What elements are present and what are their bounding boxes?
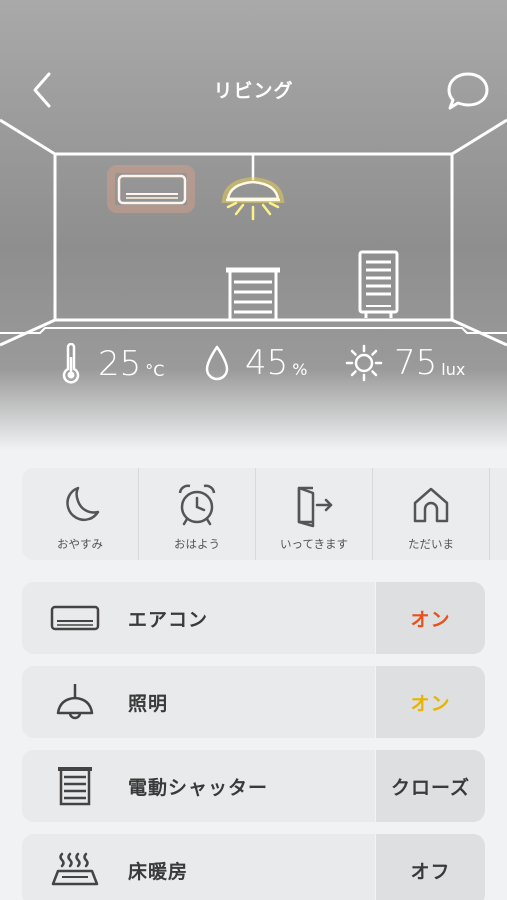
moon-icon [66,486,100,521]
temperature-value: 25 [98,344,142,384]
device-name: エアコン [128,608,209,631]
device-state-toggle[interactable]: オン [375,582,485,654]
humidity-reading: 45 % [203,343,307,383]
page-title: リビング [213,80,294,102]
scene-goodnight[interactable]: おやすみ [22,468,139,560]
door-exit-icon [297,486,333,528]
device-state-toggle[interactable]: オフ [375,834,485,900]
temperature-reading: 25 °C [60,343,164,385]
humidity-value: 45 [245,343,289,383]
room-shutter-icon[interactable] [226,267,280,322]
droplet-icon [205,345,229,381]
pendant-lamp-icon [56,684,94,720]
scene-label: いってきます [279,537,349,551]
chat-bubble-icon [447,72,489,110]
room-hero: リビング 25 °C 45 % 75 lux [0,0,507,450]
thermometer-icon [62,343,80,384]
device-row-floor-heating[interactable]: 床暖房 オフ [22,834,485,900]
scene-label: おやすみ [57,537,103,551]
room-light-icon[interactable] [221,154,285,221]
alarm-clock-icon [178,484,216,526]
humidity-unit: % [292,359,308,379]
floor-heating-icon [51,852,99,886]
scene-goodmorning[interactable]: おはよう [139,468,256,560]
chat-button[interactable] [444,70,492,112]
device-state-toggle[interactable]: オン [375,666,485,738]
illuminance-value: 75 [394,343,438,383]
device-row-shutter[interactable]: 電動シャッター クローズ [22,750,485,822]
temperature-unit: °C [145,360,165,380]
sensor-readings: 25 °C 45 % 75 lux [0,343,507,395]
device-name: 電動シャッター [128,776,269,799]
home-icon [413,487,449,523]
device-state-toggle[interactable]: クローズ [375,750,485,822]
device-name: 照明 [128,692,169,715]
device-row-aircon[interactable]: エアコン オン [22,582,485,654]
scene-more[interactable] [490,468,507,560]
device-name: 床暖房 [128,860,189,883]
room-heater-icon[interactable] [358,250,399,318]
sun-icon [345,344,383,382]
scene-home[interactable]: ただいま [373,468,490,560]
shutter-icon [58,767,92,806]
illuminance-reading: 75 lux [344,343,465,383]
air-conditioner-icon [50,605,100,631]
room-aircon-icon[interactable] [107,165,195,213]
illuminance-unit: lux [441,359,466,379]
scene-label: おはよう [174,537,220,551]
scene-bar: おやすみ おはよう いってきます ただいま [22,468,507,560]
scene-label: ただいま [408,537,454,551]
device-row-light[interactable]: 照明 オン [22,666,485,738]
scene-leaving[interactable]: いってきます [256,468,373,560]
